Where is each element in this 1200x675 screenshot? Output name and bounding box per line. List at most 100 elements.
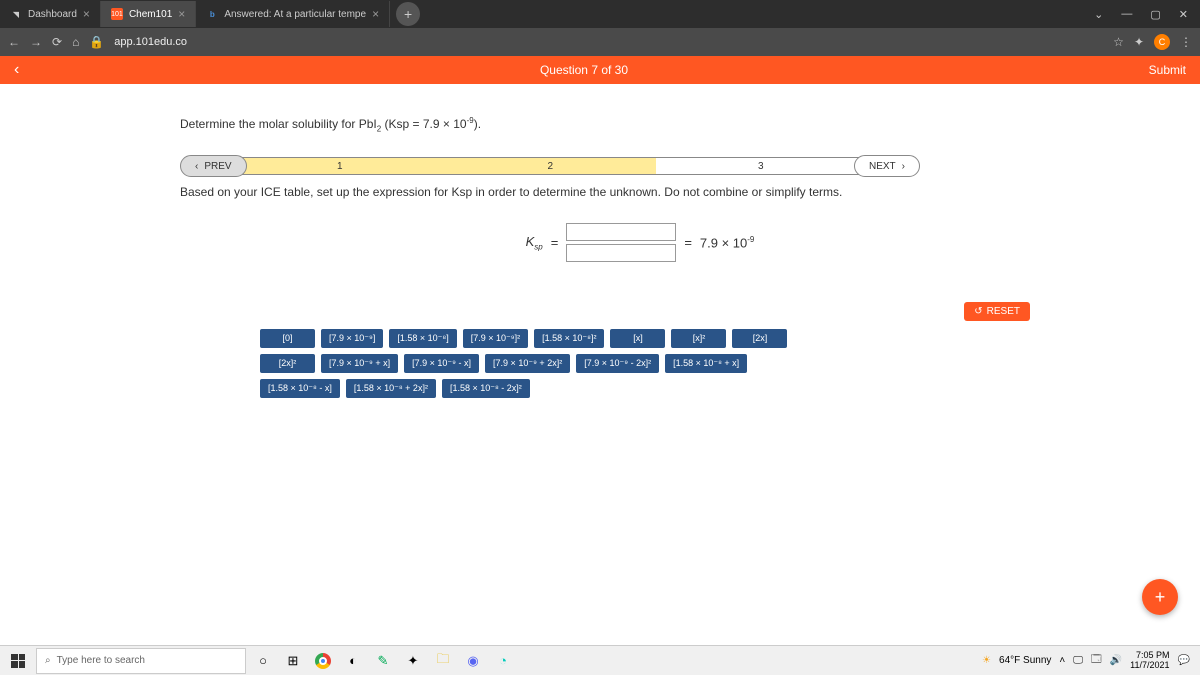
equation-row: Ksp = = 7.9 × 10-9 (180, 223, 1100, 262)
drop-box-2[interactable] (566, 244, 676, 262)
bartleby-icon: ◥ (10, 8, 22, 20)
close-icon[interactable]: × (83, 7, 90, 21)
maximize-icon[interactable]: ▢ (1150, 8, 1160, 21)
reset-row: ↺ RESET (180, 302, 1100, 321)
tile[interactable]: [2x] (732, 329, 787, 348)
step-pills: 1 2 3 (235, 157, 866, 175)
drop-box-1[interactable] (566, 223, 676, 241)
back-chevron-icon[interactable]: ‹ (14, 61, 19, 79)
home-icon[interactable]: ⌂ (72, 35, 79, 49)
back-icon[interactable]: ← (8, 35, 20, 49)
forward-icon[interactable]: → (30, 35, 42, 49)
tray-chevron-icon[interactable]: ˄ (1059, 655, 1065, 666)
drop-targets (566, 223, 676, 262)
equals-sign: = (684, 235, 692, 250)
tile[interactable]: [7.9 × 10⁻⁹ - 2x]² (576, 354, 659, 373)
content-area: Determine the molar solubility for PbI2 … (0, 84, 1200, 398)
question-prompt: Determine the molar solubility for PbI2 … (180, 116, 1100, 133)
cortana-icon[interactable]: ○ (250, 648, 276, 674)
equals-sign: = (551, 235, 559, 250)
bartleby-icon: b (206, 8, 218, 20)
tile[interactable]: [1.58 × 10⁻⁸] (389, 329, 456, 348)
close-icon[interactable]: × (372, 7, 379, 21)
battery-icon[interactable]: 🗔 (1091, 652, 1102, 669)
extension-icon[interactable]: ✦ (1134, 35, 1144, 49)
chrome-app-icon[interactable] (310, 648, 336, 674)
app-icon[interactable]: ✎ (370, 648, 396, 674)
taskbar: ⌕ Type here to search ○ ⊞ ◐ ✎ ✦ 🗀 ◉ ◔ ☀ … (0, 645, 1200, 675)
reset-button[interactable]: ↺ RESET (964, 302, 1030, 321)
search-placeholder: Type here to search (57, 655, 145, 666)
menu-icon[interactable]: ⋮ (1180, 35, 1192, 49)
close-icon[interactable]: × (178, 7, 185, 21)
browser-titlebar: ◥ Dashboard × 101 Chem101 × b Answered: … (0, 0, 1200, 28)
app-icon[interactable]: ✦ (400, 648, 426, 674)
url-text[interactable]: app.101edu.co (114, 36, 1103, 48)
windows-icon (11, 654, 25, 668)
new-tab-button[interactable]: + (396, 2, 420, 26)
step-1[interactable]: 1 (235, 157, 445, 175)
extension-c-icon[interactable]: C (1154, 34, 1170, 50)
answer-tiles: [0] [7.9 × 10⁻⁹] [1.58 × 10⁻⁸] [7.9 × 10… (180, 329, 820, 398)
system-tray: ☀ 64°F Sunny ˄ 🖵 🗔 🔊 7:05 PM 11/7/2021 💬 (982, 651, 1196, 671)
notifications-icon[interactable]: 💬 (1178, 655, 1190, 666)
tile[interactable]: [7.9 × 10⁻⁹ + 2x]² (485, 354, 570, 373)
clock[interactable]: 7:05 PM 11/7/2021 (1130, 651, 1169, 671)
tile[interactable]: [7.9 × 10⁻⁹ - x] (404, 354, 479, 373)
chevron-right-icon: › (902, 161, 905, 172)
close-icon[interactable]: ✕ (1179, 8, 1188, 21)
tile[interactable]: [1.58 × 10⁻⁸ + x] (665, 354, 747, 373)
submit-button[interactable]: Submit (1149, 63, 1186, 77)
tile[interactable]: [7.9 × 10⁻⁹ + x] (321, 354, 398, 373)
undo-icon: ↺ (974, 306, 982, 317)
step-navigator: ‹ PREV 1 2 3 NEXT › (180, 155, 920, 177)
sound-icon[interactable]: 🔊 (1110, 655, 1122, 666)
chevron-left-icon: ‹ (195, 161, 198, 172)
app-icon[interactable]: ◐ (340, 648, 366, 674)
question-header: ‹ Question 7 of 30 Submit (0, 56, 1200, 84)
task-view-icon[interactable]: ⊞ (280, 648, 306, 674)
star-icon[interactable]: ☆ (1113, 35, 1124, 49)
ksp-label: Ksp (526, 234, 543, 252)
window-controls: ⌄ — ▢ ✕ (1094, 8, 1200, 21)
file-explorer-icon[interactable]: 🗀 (430, 648, 456, 674)
tile[interactable]: [7.9 × 10⁻⁹] (321, 329, 383, 348)
tile[interactable]: [0] (260, 329, 315, 348)
question-counter: Question 7 of 30 (33, 63, 1134, 77)
add-fab[interactable]: + (1142, 579, 1178, 615)
tile[interactable]: [2x]² (260, 354, 315, 373)
ksp-value: 7.9 × 10-9 (700, 235, 754, 250)
tab-dashboard[interactable]: ◥ Dashboard × (0, 1, 101, 27)
url-bar: ← → ⟳ ⌂ 🔒 app.101edu.co ☆ ✦ C ⋮ (0, 28, 1200, 56)
tab-label: Answered: At a particular tempe (224, 9, 366, 20)
chem101-icon: 101 (111, 8, 123, 20)
discord-icon[interactable]: ◉ (460, 648, 486, 674)
weather-icon: ☀ (982, 655, 991, 666)
tab-answered[interactable]: b Answered: At a particular tempe × (196, 1, 390, 27)
edge-icon[interactable]: ◔ (490, 648, 516, 674)
step-2[interactable]: 2 (445, 157, 655, 175)
weather-text[interactable]: 64°F Sunny (999, 655, 1051, 666)
step-instruction: Based on your ICE table, set up the expr… (180, 185, 1100, 199)
tab-chem101[interactable]: 101 Chem101 × (101, 1, 196, 27)
tab-label: Dashboard (28, 9, 77, 20)
tile[interactable]: [1.58 × 10⁻⁸ - 2x]² (442, 379, 530, 398)
search-icon: ⌕ (45, 655, 51, 666)
tile[interactable]: [1.58 × 10⁻⁸]² (534, 329, 604, 348)
tile[interactable]: [x] (610, 329, 665, 348)
tab-label: Chem101 (129, 9, 172, 20)
minimize-icon[interactable]: — (1121, 8, 1132, 21)
display-icon[interactable]: 🖵 (1073, 655, 1083, 666)
taskbar-search[interactable]: ⌕ Type here to search (36, 648, 246, 674)
chevron-down-icon[interactable]: ⌄ (1094, 8, 1103, 21)
next-button[interactable]: NEXT › (854, 155, 920, 177)
step-3[interactable]: 3 (656, 157, 866, 175)
tile[interactable]: [1.58 × 10⁻⁸ - x] (260, 379, 340, 398)
tile[interactable]: [7.9 × 10⁻⁹]² (463, 329, 528, 348)
start-button[interactable] (4, 647, 32, 675)
reload-icon[interactable]: ⟳ (52, 35, 62, 49)
tile[interactable]: [1.58 × 10⁻⁸ + 2x]² (346, 379, 436, 398)
tile[interactable]: [x]² (671, 329, 726, 348)
prev-button[interactable]: ‹ PREV (180, 155, 247, 177)
lock-icon: 🔒 (89, 35, 104, 49)
